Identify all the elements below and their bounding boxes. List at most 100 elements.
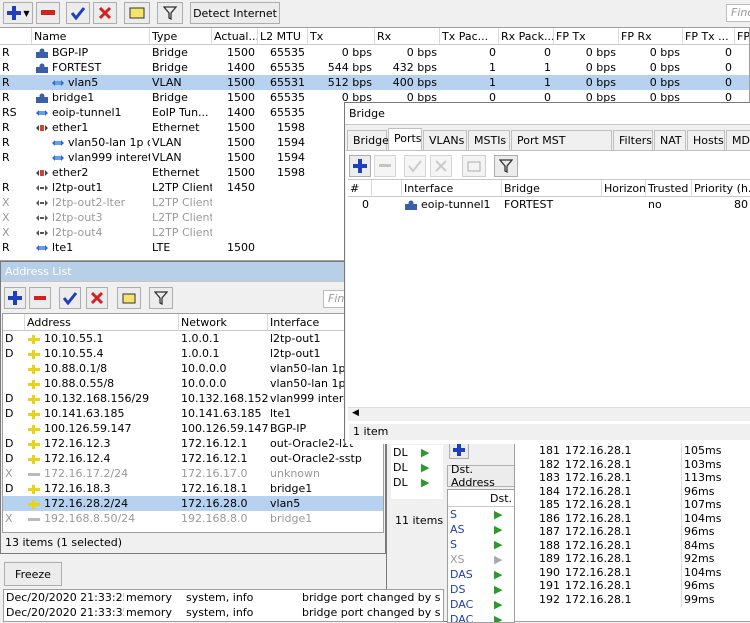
tab-mstis[interactable]: MSTIs (468, 130, 510, 150)
interfaces-col-header[interactable]: FP Tx ... (683, 28, 735, 45)
table-row[interactable]: DL ▶ (391, 460, 443, 475)
address-col-header[interactable]: Address (25, 314, 179, 331)
table-row[interactable]: Rvlan5 VLAN 1500 65531 512 bps 400 bps 1 1 0 bps… (0, 75, 749, 90)
find-input[interactable]: Find (726, 4, 750, 22)
table-row[interactable]: S ▶ (448, 537, 515, 552)
table-row[interactable]: Dec/20/2020 21:33:25 memory system, info br… (4, 590, 443, 605)
table-row[interactable]: R BGP-IP Bridge 1500 65535 0 bps 0 bps 0 0 0 bps 0… (0, 45, 749, 60)
table-row[interactable]: D 10.141.63.185 10.141.63.185 lte1 (3, 406, 383, 421)
comment-address-button[interactable] (117, 287, 141, 309)
interfaces-col-header[interactable]: Tx Pac... (440, 28, 499, 45)
route-flag: DL (393, 446, 408, 459)
filter-icon (499, 159, 513, 173)
table-row[interactable]: XS ▶ (448, 552, 515, 567)
freeze-button[interactable]: Freeze (4, 562, 62, 586)
table-row[interactable]: D 10.10.55.1 1.0.0.1 l2tp-out1 (3, 331, 383, 346)
table-row[interactable]: DL ▶ (391, 445, 443, 460)
ports-col-header[interactable] (372, 180, 402, 197)
interfaces-col-header[interactable]: Type (150, 28, 212, 45)
table-row[interactable]: DL ▶ (391, 475, 443, 490)
table-row[interactable]: X 192.168.8.50/24 192.168.8.0 bridge1 (3, 511, 383, 526)
interfaces-col-header[interactable]: FP Tx (554, 28, 619, 45)
table-row[interactable]: D 172.16.18.3 172.16.18.1 bridge1 (3, 481, 383, 496)
ports-col-header[interactable]: Priority (h... (692, 180, 750, 197)
table-row[interactable]: Dec/20/2020 21:33:35 memory system, info br… (4, 605, 443, 620)
disable-button[interactable] (93, 2, 117, 24)
table-row[interactable]: 192 172.16.28.1 99ms (515, 591, 750, 607)
address-icon (28, 484, 40, 494)
interfaces-col-header[interactable]: Rx (375, 28, 440, 45)
ports-col-header[interactable]: Trusted (646, 180, 692, 197)
table-row[interactable]: AS ▶ (448, 522, 515, 537)
table-row[interactable]: 10.88.0.55/8 10.0.0.0 vlan50-lan 1p d (3, 376, 383, 391)
tab-ports[interactable]: Ports (388, 128, 422, 150)
disable-port-button[interactable] (430, 155, 452, 177)
interfaces-col-header[interactable]: Rx Pack... (499, 28, 554, 45)
log-buffer: memory (126, 591, 172, 604)
interfaces-col-header[interactable] (0, 28, 32, 45)
interfaces-cell-fprx: 0 bps (649, 76, 680, 89)
interfaces-col-header[interactable]: Name (32, 28, 150, 45)
disable-address-button[interactable] (86, 287, 108, 309)
filter-address-button[interactable] (149, 287, 173, 309)
add-address-button[interactable] (4, 287, 26, 309)
ports-cell-flag (372, 197, 402, 212)
ports-status: 1 item (349, 424, 750, 440)
tab-hosts[interactable]: Hosts (687, 130, 725, 150)
enable-port-button[interactable] (404, 155, 426, 177)
table-row[interactable]: 172.16.28.2/24 172.16.28.0 vlan5 (3, 496, 383, 511)
dst-address-button[interactable]: Dst. Address (447, 463, 515, 489)
ports-cell-iface: eoip-tunnel1 (402, 197, 502, 212)
table-row[interactable]: DS ▶ (448, 582, 515, 597)
comment-button[interactable] (124, 2, 150, 24)
interfaces-cell-flag: X (2, 196, 10, 209)
tab-filters[interactable]: Filters (613, 130, 653, 150)
table-row[interactable]: X 172.16.17.2/24 172.16.17.0 unknown (3, 466, 383, 481)
filter-port-button[interactable] (494, 155, 518, 177)
table-row[interactable]: DAC ▶ (448, 612, 515, 622)
horizontal-scrollbar[interactable]: ◀ (348, 407, 750, 421)
interfaces-col-header[interactable]: L2 MTU (258, 28, 308, 45)
table-row[interactable]: 0 eoip-tunnel1 FORTEST no 80 (348, 197, 750, 212)
table-row[interactable]: DAS ▶ (448, 567, 515, 582)
table-row[interactable]: DAC ▶ (448, 597, 515, 612)
ports-col-header[interactable]: Bridge (502, 180, 602, 197)
interfaces-col-header[interactable]: Tx (308, 28, 375, 45)
remove-address-button[interactable] (29, 287, 51, 309)
interfaces-col-header[interactable]: Actual... (212, 28, 258, 45)
tab-bridge[interactable]: Bridge (347, 130, 389, 150)
enable-button[interactable] (66, 2, 90, 24)
table-row[interactable]: D 10.10.55.4 1.0.0.1 l2tp-out1 (3, 346, 383, 361)
address-col-header[interactable]: Network (179, 314, 268, 331)
filter-button[interactable] (157, 2, 183, 24)
interfaces-cell-l2mtu (258, 225, 308, 240)
comment-port-button[interactable] (462, 155, 486, 177)
table-row[interactable]: R FORTEST Bridge 1400 65535 544 bps 432 bps 1 1 0… (0, 60, 749, 75)
remove-port-button[interactable] (374, 155, 396, 177)
table-row[interactable]: 10.88.0.1/8 10.0.0.0 vlan50-lan 1p d (3, 361, 383, 376)
tab-port-mst-overrides[interactable]: Port MST Overrides (511, 130, 612, 167)
add-button[interactable]: ▼ (3, 2, 33, 24)
ports-col-header[interactable]: Horizon (602, 180, 646, 197)
tab-md[interactable]: MD (726, 130, 750, 150)
table-row[interactable]: D 172.16.12.3 172.16.12.1 out-Oracle2-l2t (3, 436, 383, 451)
add-port-button[interactable] (349, 155, 371, 177)
route-arrow-icon: ▶ (421, 446, 430, 459)
route-type: DS (450, 583, 466, 596)
detect-internet-button[interactable]: Detect Internet (190, 2, 280, 24)
address-col-header[interactable] (3, 314, 25, 331)
tab-nat[interactable]: NAT (654, 130, 686, 150)
tab-vlans[interactable]: VLANs (423, 130, 467, 150)
interfaces-col-header[interactable]: FP Rx (619, 28, 683, 45)
ports-col-header[interactable]: # (348, 180, 372, 197)
table-row[interactable]: 100.126.59.147 100.126.59.147 BGP-IP (3, 421, 383, 436)
table-row[interactable]: D 10.132.168.156/29 10.132.168.152 vlan999 … (3, 391, 383, 406)
remove-button[interactable] (36, 2, 60, 24)
table-row[interactable]: S ▶ (448, 507, 515, 522)
interfaces-col-header[interactable]: FP (735, 28, 749, 45)
scroll-left-icon[interactable]: ◀ (352, 408, 359, 418)
ports-col-header[interactable]: Interface (402, 180, 502, 197)
table-row[interactable]: D 172.16.12.4 172.16.12.1 out-Oracle2-sstp (3, 451, 383, 466)
enable-address-button[interactable] (59, 287, 81, 309)
interfaces-cell-txp: 0 (489, 46, 496, 59)
